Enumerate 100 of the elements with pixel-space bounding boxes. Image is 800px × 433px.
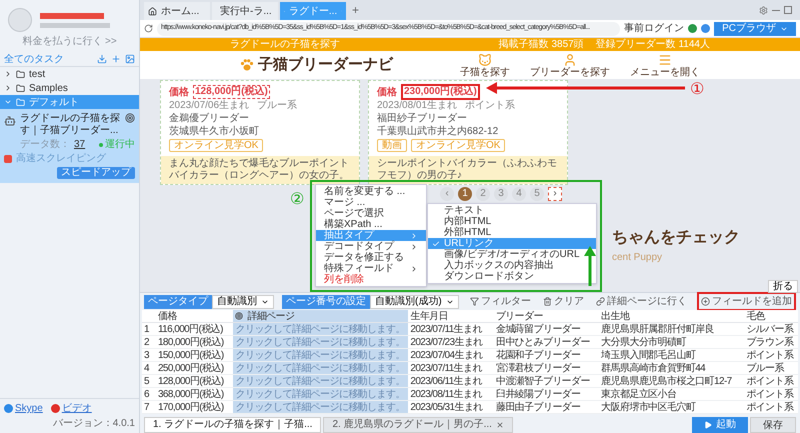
browser-tab[interactable]: ホーム... <box>144 2 210 20</box>
price-label: 価格 <box>169 86 189 100</box>
nav-item[interactable]: メニューを開く <box>630 52 700 78</box>
status-text: 運行中 <box>105 139 135 151</box>
column-header[interactable]: 毛色 <box>744 310 798 322</box>
row-number: 2 <box>143 336 150 350</box>
table-cell-text: 藤田由子ブリーダー <box>494 401 582 413</box>
browser-tab[interactable]: 実行中-ラ... <box>212 2 278 20</box>
paw-icon <box>240 58 254 72</box>
dropdown-select[interactable]: 自動識別(成功) <box>370 294 459 308</box>
submenu-item[interactable]: 画像/ビデオ/オーディオのURL <box>428 249 596 260</box>
next-button[interactable]: › <box>548 187 562 201</box>
play-icon <box>704 420 712 428</box>
footer-link[interactable]: ビデオ <box>62 401 92 416</box>
toolbar-button[interactable]: フィルター <box>468 294 533 309</box>
column-header[interactable]: 詳細ページ <box>233 310 408 322</box>
menu-icon <box>658 52 672 66</box>
folder-item[interactable]: Samples <box>0 81 139 95</box>
kitten-card[interactable]: 価格 128,000円(税込) 2023/07/06生まれ ブルー系 金鵜優ブリーダー 茨城県牛久市小坂町 オンライン見学OK まん丸な顔たちで爆毛なブルーポイントバイカラー（ロングヘアー）の女の子。 <box>160 80 360 185</box>
annotation-number: ① <box>690 80 704 100</box>
submenu-item[interactable]: 入力ボックスの内容抽出 <box>428 260 596 271</box>
address-text: 茨城県牛久市小坂町 <box>169 126 260 138</box>
task-title: ラグドールの子猫を探す｜子猫ブリーダー... <box>20 113 121 137</box>
data-count: 37 <box>74 139 86 151</box>
dropdown-select[interactable]: 自動識別 <box>212 294 274 308</box>
table-cell-text: 2023/08/11生まれ <box>409 388 484 400</box>
menu-item[interactable]: 名前を変更する ... <box>316 186 426 197</box>
menu-item[interactable]: 構築XPath ... <box>316 219 426 230</box>
table-cell: クリックして詳細ページに移動します。 <box>233 388 408 400</box>
menu-item[interactable]: マージ ... <box>316 197 426 208</box>
table-cell-text: ブラウン系 <box>745 336 795 348</box>
toolbar-button[interactable]: クリア <box>541 294 586 309</box>
toolbar-button[interactable]: 詳細ページに行く <box>594 294 689 309</box>
column-header[interactable]: 生年月日 <box>408 310 494 322</box>
tag: オンライン見学OK <box>411 139 506 152</box>
collapse-button[interactable]: 折る <box>768 280 798 293</box>
annotation-number: ② <box>290 190 304 210</box>
menu-item[interactable]: デコードタイプ <box>316 241 426 252</box>
settings-icon[interactable] <box>759 6 768 14</box>
column-header[interactable]: 出生地 <box>599 310 744 322</box>
browser-mode-button[interactable]: PCブラウザ <box>714 22 796 36</box>
column-header[interactable]: ブリーダー <box>494 310 600 322</box>
stat-text: 掲載子猫数 3857頭 <box>498 40 584 50</box>
download-icon[interactable] <box>97 54 107 64</box>
table-cell-text: 金城蒔留ブリーダー <box>494 323 582 335</box>
version-text: バージョン：4.0.1 <box>52 417 135 431</box>
row-number: 7 <box>143 400 150 414</box>
table-cell-text: 大分県大分市明磧町 <box>600 336 688 348</box>
row-number: 5 <box>143 374 150 388</box>
submenu-item[interactable]: テキスト <box>428 205 596 216</box>
new-tab-button[interactable]: + <box>348 1 364 19</box>
nav-item[interactable]: ブリーダーを探す <box>530 52 610 78</box>
site-logo: 子猫ブリーダーナビ <box>258 54 393 75</box>
table-cell-text: 170,000円(税込) <box>156 401 225 413</box>
table-cell-text: ポイント系 <box>745 388 795 400</box>
menu-item[interactable]: ページで選択 <box>316 208 426 219</box>
table-cell: クリックして詳細ページに移動します。 <box>233 336 408 348</box>
login-button[interactable]: 事前ログイン <box>624 21 684 36</box>
footer-link[interactable]: Skype <box>15 401 43 416</box>
person-icon <box>563 52 577 66</box>
coat-color: ブルー系 <box>257 100 298 112</box>
banner-text: ラグドールの子猫を探す <box>230 40 340 50</box>
table-cell-text: 田中ひとみブリーダー <box>494 336 591 348</box>
table-cell-text: ポイント系 <box>745 349 795 361</box>
trash-icon <box>543 297 552 306</box>
cat-icon <box>478 52 492 66</box>
restore-icon[interactable] <box>784 6 792 14</box>
table-cell-text: シルバー系 <box>745 323 795 335</box>
folder-item[interactable]: test <box>0 67 139 81</box>
kitten-card[interactable]: 価格 230,000円(税込) 2023/08/01生まれ ポイント系 福田紗子ブリーダー 千葉県山武市井之内682-12 動画 オンライン見学OK シールポイントバイカラー（ふわふわモフモフ）の男の子♪ <box>368 80 568 185</box>
reload-icon[interactable] <box>144 24 153 33</box>
menu-item[interactable]: 列を削除 <box>316 274 426 285</box>
submenu-item[interactable]: ダウンロードボタン <box>428 271 596 282</box>
menu-item[interactable]: データを修正する <box>316 252 426 263</box>
task-tab[interactable]: 2. 鹿児島県のラグドール｜男の子... <box>323 416 513 432</box>
nav-item[interactable]: 子猫を探す <box>460 52 510 78</box>
task-tab[interactable]: 1. ラグドールの子猫を探す｜子猫... <box>144 416 322 432</box>
table-cell-text: 2023/05/31生まれ <box>409 401 484 413</box>
plus-icon[interactable] <box>111 54 121 64</box>
table-cell-text: 花園和子ブリーダー <box>494 349 582 361</box>
submenu-item[interactable]: 外部HTML <box>428 227 596 238</box>
page-button[interactable]: 1 <box>458 187 472 201</box>
image-icon[interactable] <box>125 54 135 64</box>
save-button[interactable]: 保存 <box>750 416 796 432</box>
run-button[interactable]: 起動 <box>692 416 748 432</box>
birth-date: 2023/07/06生まれ <box>169 100 250 112</box>
task-card[interactable]: ラグドールの子猫を探す｜子猫ブリーダー... データ数： 37 運行中 高速スクレイピング スピードアップ <box>0 109 139 183</box>
select-label: ページ番号の設定 <box>282 294 370 308</box>
table-cell-text: 中渡瀬智子ブリーダー <box>494 375 591 387</box>
column-header[interactable]: 価格 <box>156 310 234 322</box>
price-text: 230,000円(税込) <box>401 84 480 100</box>
table-cell: クリックして詳細ページに移動します。 <box>233 323 408 335</box>
menu-item[interactable]: 特殊フィールド <box>316 263 426 274</box>
blurred-username <box>40 12 104 18</box>
stat-text: 登録ブリーダー数 1144人 <box>596 40 710 50</box>
submenu-item[interactable]: 内部HTML <box>428 216 596 227</box>
birth-date: 2023/08/01生まれ <box>377 100 458 112</box>
table-cell-text: 2023/07/11生まれ <box>409 323 484 335</box>
table-cell: クリックして詳細ページに移動します。 <box>233 401 408 413</box>
table-cell-text: 250,000円(税込) <box>156 362 225 374</box>
